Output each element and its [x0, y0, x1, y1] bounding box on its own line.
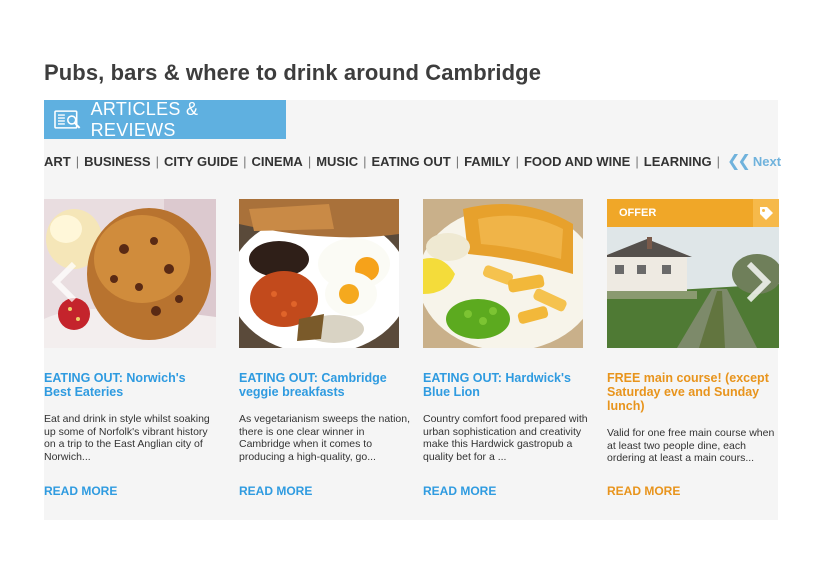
nav-separator: |: [307, 153, 312, 169]
read-more-link[interactable]: READ MORE: [607, 484, 680, 498]
article-headline[interactable]: EATING OUT: Norwich's Best Eateries: [44, 371, 216, 399]
article-headline[interactable]: EATING OUT: Cambridge veggie breakfasts: [239, 371, 411, 399]
next-link-label: Next: [752, 153, 782, 169]
article-card[interactable]: EATING OUT: Norwich's Best Eateries Eat …: [44, 199, 216, 498]
category-link-food-and-wine[interactable]: FOOD AND WINE: [524, 154, 630, 169]
offer-description: Valid for one free main course when at l…: [607, 427, 775, 465]
category-link-family[interactable]: FAMILY: [464, 154, 510, 169]
offer-card[interactable]: OFFER FREE main course! (except Saturday…: [607, 199, 779, 498]
newspaper-search-icon: [54, 109, 81, 129]
carousel-prev-arrow-icon[interactable]: [52, 262, 78, 302]
nav-separator: |: [716, 153, 721, 169]
article-description: Eat and drink in style whilst soaking up…: [44, 413, 210, 463]
nav-separator: |: [75, 153, 80, 169]
article-card[interactable]: EATING OUT: Hardwick's Blue Lion Country…: [423, 199, 595, 498]
category-link-cinema[interactable]: CINEMA: [252, 154, 303, 169]
article-description: Country comfort food prepared with urban…: [423, 413, 588, 463]
nav-separator: |: [155, 153, 159, 169]
double-chevron-left-icon: ❮❮: [727, 153, 751, 170]
section-tab-label: ARTICLES & REVIEWS: [90, 98, 199, 140]
price-tag-icon: [753, 199, 779, 227]
next-link[interactable]: ❮❮ Next: [727, 151, 781, 171]
read-more-link[interactable]: READ MORE: [423, 484, 496, 498]
read-more-link[interactable]: READ MORE: [239, 484, 312, 498]
article-headline[interactable]: EATING OUT: Hardwick's Blue Lion: [423, 371, 595, 399]
nav-separator: |: [363, 153, 367, 169]
read-more-link[interactable]: READ MORE: [44, 484, 117, 498]
article-card[interactable]: EATING OUT: Cambridge veggie breakfasts …: [239, 199, 411, 498]
nav-separator: |: [455, 153, 460, 169]
category-link-art[interactable]: ART: [44, 154, 71, 169]
article-image-fish-and-chips[interactable]: [423, 199, 595, 348]
carousel-next-arrow-icon[interactable]: [745, 262, 771, 302]
article-image-breakfast[interactable]: [239, 199, 411, 348]
section-tab-articles-reviews[interactable]: ARTICLES & REVIEWS: [44, 98, 286, 140]
offer-badge-label: OFFER: [619, 207, 657, 219]
nav-separator: |: [243, 153, 247, 169]
category-nav: ART | BUSINESS | CITY GUIDE | CINEMA | MUSIC…: [44, 151, 781, 171]
offer-badge: OFFER: [607, 199, 779, 227]
category-link-eating-out[interactable]: EATING OUT: [371, 154, 450, 169]
page-title: Pubs, bars & where to drink around Cambr…: [44, 60, 542, 85]
category-link-learning[interactable]: LEARNING: [644, 154, 712, 169]
category-link-music[interactable]: MUSIC: [316, 154, 358, 169]
offer-headline[interactable]: FREE main course! (except Saturday eve a…: [607, 371, 779, 413]
nav-separator: |: [635, 153, 639, 169]
category-link-business[interactable]: BUSINESS: [84, 154, 150, 169]
nav-separator: |: [515, 153, 519, 169]
article-description: As vegetarianism sweeps the nation, ther…: [239, 413, 411, 463]
category-link-city-guide[interactable]: CITY GUIDE: [164, 154, 238, 169]
